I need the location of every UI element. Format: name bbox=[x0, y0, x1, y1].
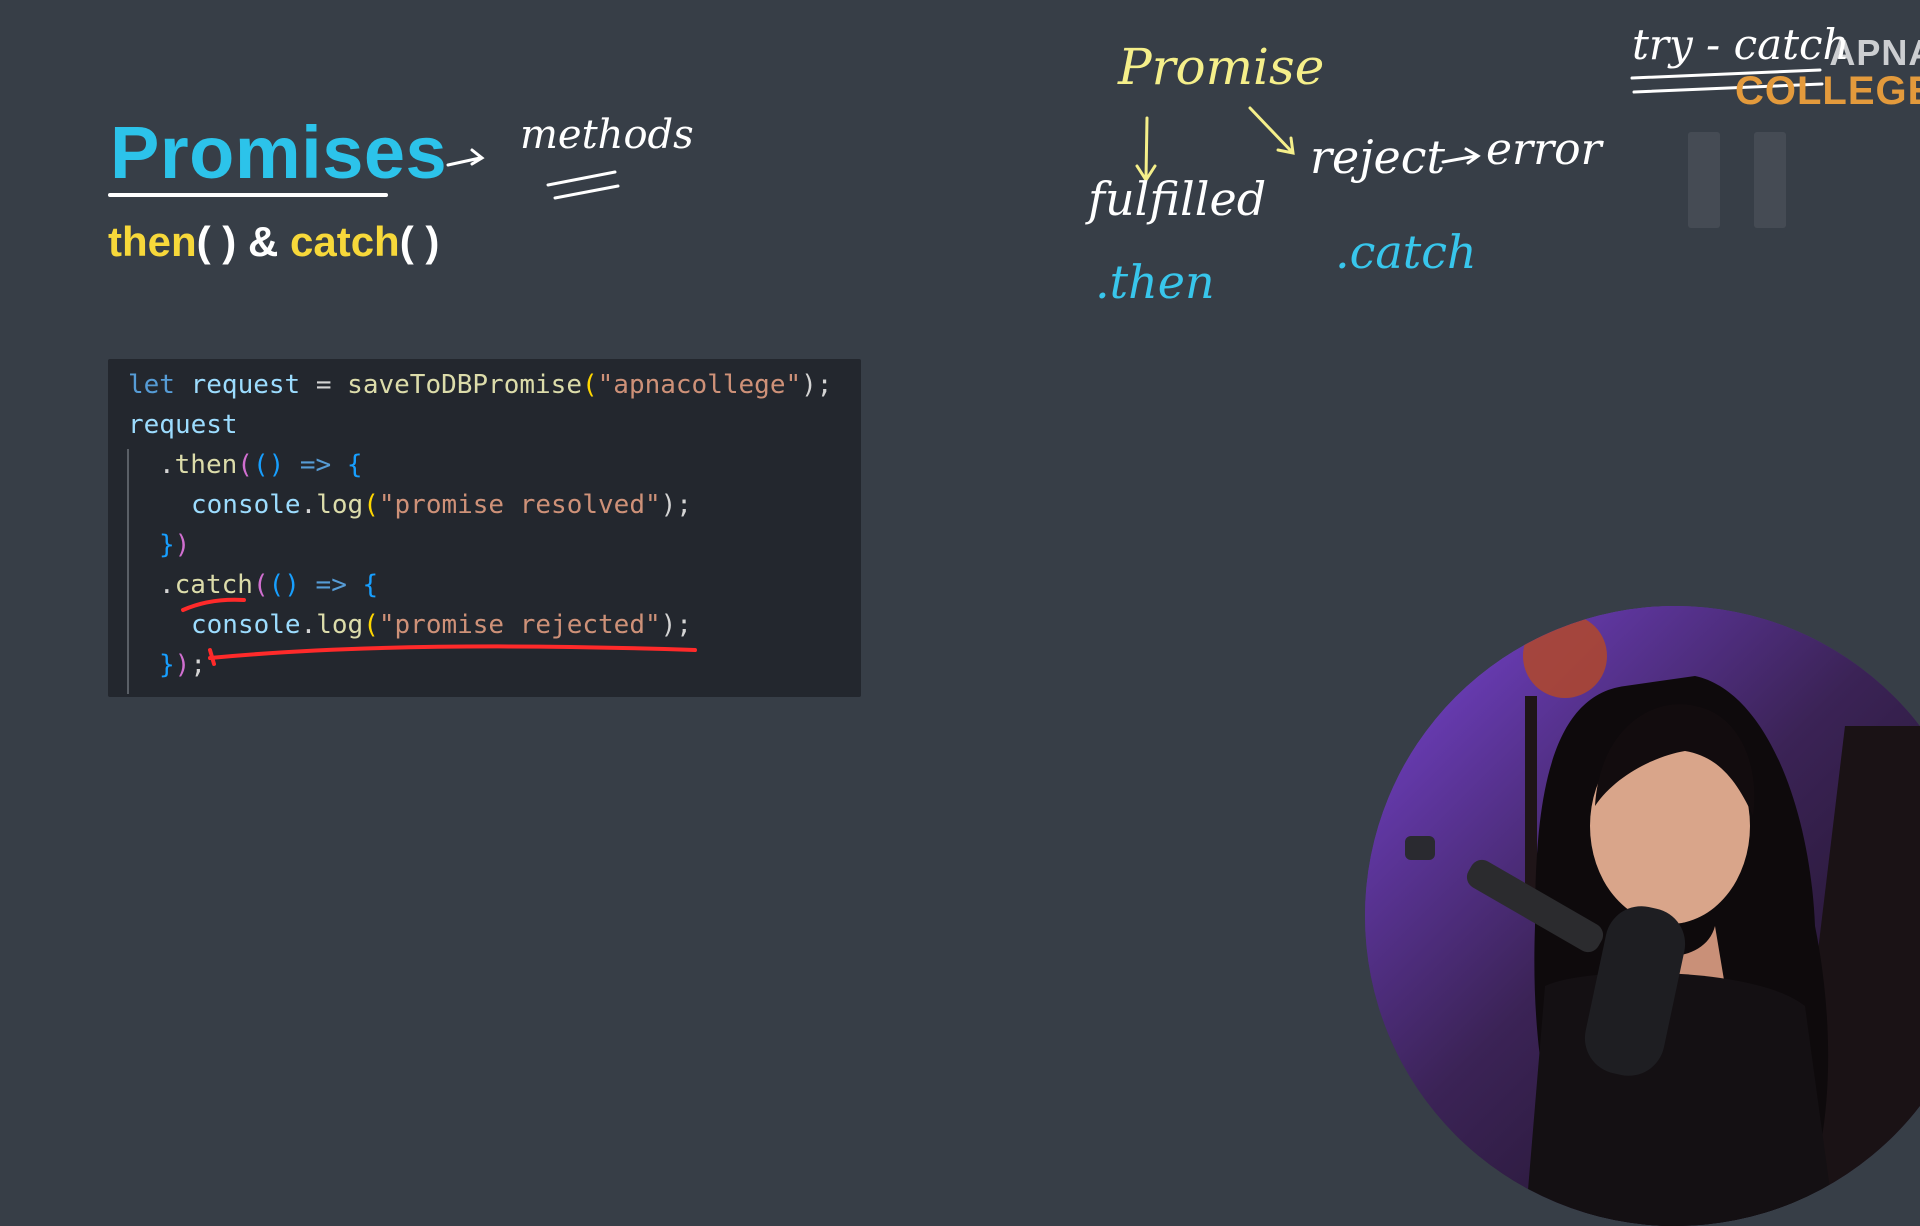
code-token: => bbox=[299, 570, 363, 600]
annotation-then: .then bbox=[1095, 255, 1215, 309]
annotation-promise: Promise bbox=[1118, 38, 1325, 96]
code-token: ( bbox=[363, 610, 379, 640]
logo-line-1: APNA bbox=[1829, 32, 1920, 73]
code-token: } bbox=[159, 650, 175, 680]
code-token: { bbox=[362, 570, 379, 600]
code-line-4: console.log("promise resolved"); bbox=[191, 485, 692, 525]
subtitle-then: then bbox=[108, 218, 197, 265]
code-token: . bbox=[159, 450, 175, 480]
code-token: log bbox=[316, 610, 364, 640]
code-token: ) bbox=[174, 650, 191, 680]
annotation-reject: reject bbox=[1310, 130, 1445, 184]
code-token: console bbox=[191, 490, 301, 520]
code-line-7: console.log("promise rejected"); bbox=[191, 605, 692, 645]
code-block: let request = saveToDBPromise("apnacolle… bbox=[108, 359, 861, 697]
slide-canvas: Promises then( ) & catch( ) let request … bbox=[0, 0, 1920, 1226]
code-token: ); bbox=[801, 370, 833, 400]
logo-line-2: COLLEGE bbox=[1735, 69, 1920, 113]
code-token: log bbox=[316, 490, 364, 520]
subtitle-catch: catch bbox=[289, 218, 400, 265]
code-token: "promise resolved" bbox=[378, 490, 661, 520]
brand-logo: APNA COLLEGE bbox=[1735, 32, 1920, 113]
subtitle-catch-parens: ( ) bbox=[399, 218, 440, 265]
annotation-fulfilled: fulfilled bbox=[1088, 172, 1267, 226]
code-token: ); bbox=[660, 490, 692, 520]
code-token: () bbox=[268, 570, 300, 600]
presenter-webcam bbox=[1365, 606, 1920, 1226]
indent-guide bbox=[127, 449, 129, 694]
code-token: . bbox=[159, 570, 175, 600]
slide-title: Promises bbox=[110, 111, 448, 194]
subtitle-then-parens: ( ) bbox=[196, 218, 237, 265]
arrow-down-icon bbox=[1135, 116, 1157, 183]
code-token: . bbox=[300, 490, 317, 520]
code-line-2: request bbox=[128, 405, 238, 445]
code-token: } bbox=[159, 530, 175, 560]
code-line-1: let request = saveToDBPromise("apnacolle… bbox=[128, 365, 832, 405]
code-token: ( bbox=[581, 370, 598, 400]
code-token: ; bbox=[190, 650, 206, 680]
annotation-methods: methods bbox=[520, 112, 694, 158]
code-line-8: }); bbox=[159, 645, 206, 685]
pause-bar bbox=[1754, 132, 1786, 228]
arrow-diagonal-icon bbox=[1248, 106, 1295, 155]
annotation-catch: .catch bbox=[1335, 225, 1477, 279]
code-token: ) bbox=[174, 530, 191, 560]
arrow-icon bbox=[446, 148, 485, 167]
double-underline bbox=[546, 170, 620, 200]
code-token: ( bbox=[252, 570, 269, 600]
code-token: ( bbox=[237, 450, 253, 480]
subtitle-amp: & bbox=[236, 218, 290, 265]
code-line-3: .then(() => { bbox=[159, 445, 363, 485]
code-token: ( bbox=[363, 490, 379, 520]
code-token: then bbox=[174, 450, 238, 480]
code-token: console bbox=[191, 610, 301, 640]
presenter-illustration bbox=[1365, 606, 1920, 1226]
code-token: saveToDBPromise bbox=[347, 370, 582, 400]
annotation-error: error bbox=[1486, 124, 1602, 175]
code-token: => bbox=[284, 450, 347, 480]
code-token: request bbox=[190, 370, 301, 400]
code-token: "promise rejected" bbox=[378, 610, 661, 640]
code-token: . bbox=[300, 610, 317, 640]
slide-subtitle: then( ) & catch( ) bbox=[108, 218, 439, 266]
pause-bar bbox=[1688, 132, 1720, 228]
code-token: { bbox=[346, 450, 363, 480]
code-line-5: }) bbox=[159, 525, 190, 565]
code-token: catch bbox=[174, 570, 253, 600]
code-token: "apnacollege" bbox=[597, 370, 802, 400]
arrow-right-icon bbox=[1441, 147, 1481, 165]
code-token: = bbox=[300, 370, 348, 400]
code-token: () bbox=[252, 450, 285, 480]
code-token: ); bbox=[660, 610, 692, 640]
code-line-6: .catch(() => { bbox=[159, 565, 378, 605]
title-underline bbox=[108, 193, 388, 197]
pause-icon[interactable] bbox=[1688, 132, 1788, 232]
code-token: request bbox=[128, 410, 238, 440]
code-token: let bbox=[128, 370, 175, 400]
